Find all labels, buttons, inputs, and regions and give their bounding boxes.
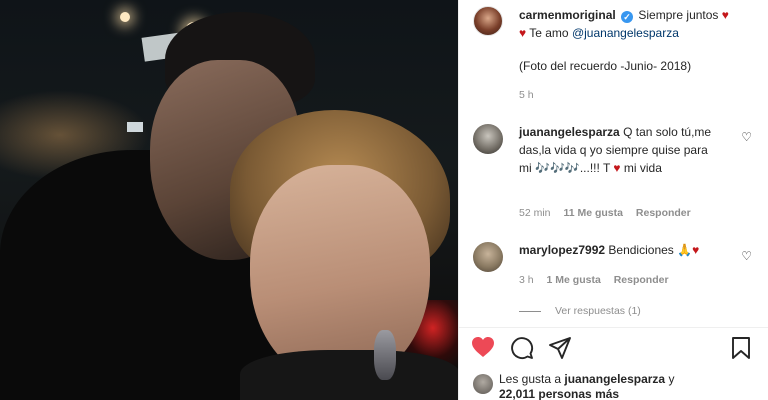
music-notes-emoji: 🎶🎶🎶 xyxy=(535,161,580,175)
liked-by-user[interactable]: juanangelesparza xyxy=(564,372,665,386)
reply-button[interactable]: Responder xyxy=(614,274,669,286)
liked-by-prefix: Les gusta a xyxy=(499,372,562,386)
comment-meta: 3 h 1 Me gusta Responder xyxy=(519,274,669,286)
comment-like-heart-icon[interactable]: ♡ xyxy=(741,130,752,144)
post-side-panel: carmenmoriginal ✓ Siempre juntos ♥ ♥ Te … xyxy=(458,0,768,400)
commenter-avatar[interactable] xyxy=(473,124,503,154)
comment-body-cont: ...!!! T xyxy=(579,161,611,175)
heart-emoji-icon: ♥ xyxy=(519,26,527,40)
commenter-username[interactable]: juanangelesparza xyxy=(519,125,620,139)
liked-by-summary: Les gusta a juanangelesparza y 22,011 pe… xyxy=(499,372,674,400)
caption-line3: (Foto del recuerdo -Junio- 2018) xyxy=(519,59,692,73)
pray-emoji: 🙏 xyxy=(677,243,693,257)
caption-line2: Te amo xyxy=(529,26,569,40)
heart-icon[interactable] xyxy=(471,336,495,365)
commenter-username[interactable]: marylopez7992 xyxy=(519,243,605,257)
share-icon[interactable] xyxy=(548,336,572,367)
liked-by-suffix: y xyxy=(668,372,675,386)
likes-count[interactable]: 22,011 personas más xyxy=(499,387,619,400)
heart-emoji-icon: ♥ xyxy=(692,243,700,257)
comment-like-heart-icon[interactable]: ♡ xyxy=(741,249,752,263)
commenter-avatar[interactable] xyxy=(473,242,503,272)
mention-link[interactable]: @juanangelesparza xyxy=(572,26,679,40)
author-avatar[interactable] xyxy=(473,6,503,36)
reply-button[interactable]: Responder xyxy=(636,207,691,219)
view-replies-label: Ver respuestas (1) xyxy=(555,305,641,317)
post-caption: carmenmoriginal ✓ Siempre juntos ♥ ♥ Te … xyxy=(519,6,759,42)
post-time[interactable]: 5 h xyxy=(519,89,534,101)
comment-body: Bendiciones xyxy=(608,243,674,257)
bookmark-icon[interactable] xyxy=(730,336,752,367)
comment-time[interactable]: 3 h xyxy=(519,274,534,286)
heart-emoji-icon: ♥ xyxy=(721,8,729,22)
action-bar xyxy=(471,336,756,364)
comment-time[interactable]: 52 min xyxy=(519,207,551,219)
view-replies-button[interactable]: Ver respuestas (1) xyxy=(519,305,641,317)
comment-text: marylopez7992 Bendiciones 🙏♥ xyxy=(519,241,729,259)
photo-earring xyxy=(374,330,396,380)
liker-avatar[interactable] xyxy=(473,374,493,394)
verified-icon: ✓ xyxy=(621,11,634,23)
author-username[interactable]: carmenmoriginal xyxy=(519,8,616,22)
comment-text: juanangelesparza Q tan solo tú,me das,la… xyxy=(519,123,719,177)
comment-icon[interactable] xyxy=(510,336,534,367)
replies-divider-line xyxy=(519,310,541,312)
comment-body-end: mi vida xyxy=(623,161,662,175)
post-photo[interactable] xyxy=(0,0,458,400)
actions-divider xyxy=(459,327,768,328)
photo-sign xyxy=(127,122,143,132)
photo-street-light xyxy=(120,12,130,22)
caption-text: Siempre juntos xyxy=(638,8,719,22)
comment-meta: 52 min 11 Me gusta Responder xyxy=(519,207,691,219)
comment-likes[interactable]: 11 Me gusta xyxy=(563,207,623,219)
comment-likes[interactable]: 1 Me gusta xyxy=(547,274,601,286)
photo-woman-top xyxy=(240,350,458,400)
heart-emoji-icon: ♥ xyxy=(613,161,621,175)
